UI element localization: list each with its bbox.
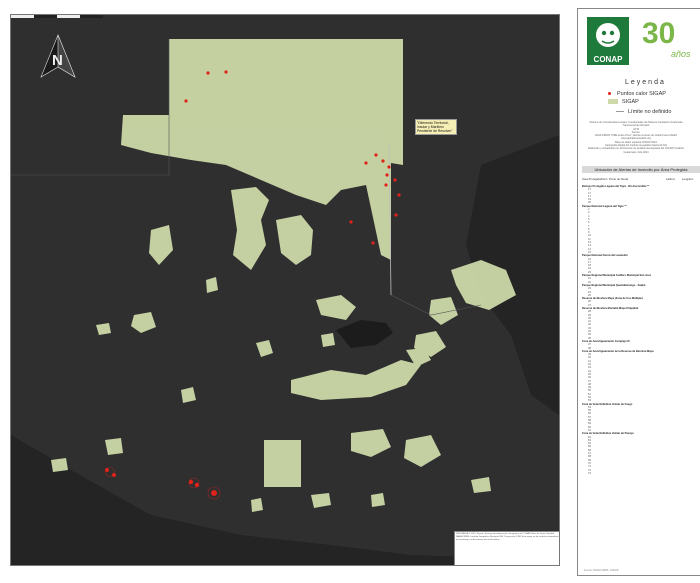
- anniversary-word: años: [671, 49, 691, 59]
- hotspot[interactable]: [397, 193, 401, 197]
- hotspot[interactable]: [211, 490, 217, 496]
- legend-label: Límite no definido: [628, 109, 672, 115]
- table-row: 73: [582, 472, 700, 475]
- hotspot[interactable]: [206, 71, 210, 75]
- legend-title: Leyenda: [625, 79, 666, 86]
- legend-item-sigap: SIGAP: [608, 99, 639, 105]
- panel-footer: Fuente: NASA FIRMS, CONAP: [584, 569, 619, 572]
- protected-area-mid-2: [321, 333, 335, 347]
- territorial-dispute-label: "Diferendo Territorial, Insular y Maríti…: [415, 119, 457, 135]
- monkey-logo-icon: [587, 17, 629, 55]
- side-panel: CONAP 30 años Leyenda Puntos calor SIGAP…: [577, 8, 700, 576]
- map-sheet: N "Diferendo Territorial, Insular y Marí…: [0, 0, 700, 583]
- map-frame[interactable]: N "Diferendo Territorial, Insular y Marí…: [10, 14, 560, 566]
- hotspot[interactable]: [393, 178, 397, 182]
- conap-wordmark: CONAP: [587, 55, 629, 65]
- credit-line: Guatemala, Julio 2024: [623, 150, 649, 154]
- gray-line-icon: [616, 111, 624, 113]
- protected-area-south-6: [251, 498, 263, 512]
- scale-bar: [11, 15, 103, 18]
- conap-logo: CONAP: [587, 17, 629, 65]
- column-header: Latitud: [666, 177, 675, 181]
- hotspot[interactable]: [394, 213, 398, 217]
- protected-area-sw-2: [51, 458, 68, 472]
- hotspot[interactable]: [374, 153, 378, 157]
- legend-label: Puntos calor SIGAP: [617, 91, 666, 97]
- legend-item-hotspots: Puntos calor SIGAP: [608, 91, 666, 97]
- table-header: Área Protegida/Núm. Punto de Alerta Latit…: [582, 177, 700, 181]
- hotspot[interactable]: [371, 241, 375, 245]
- alerts-table: Biotopo Protegido Laguna del Tigre - Río…: [582, 185, 700, 475]
- tick-mark: ·: [160, 8, 161, 12]
- hotspot[interactable]: [385, 173, 389, 177]
- red-dot-icon: [608, 92, 611, 95]
- hotspot[interactable]: [349, 220, 353, 224]
- protected-area-south-1: [264, 440, 301, 487]
- hotspot[interactable]: [364, 161, 368, 165]
- hotspot[interactable]: [224, 70, 228, 74]
- map-source-note: DESCARGA Y USO. Fuente: Sistema de Infor…: [454, 531, 559, 565]
- credit-line: Sistema de Coordenadas Locales: Coordena…: [589, 121, 683, 128]
- tick-mark: ·: [400, 8, 401, 12]
- hotspot[interactable]: [381, 159, 385, 163]
- hotspot[interactable]: [387, 165, 391, 169]
- table-title: Ubicación de Alertas de Incendio por Áre…: [582, 166, 700, 173]
- legend-item-limit: Límite no definido: [616, 109, 671, 115]
- protected-area-south-5: [371, 493, 385, 507]
- green-swatch-icon: [608, 99, 618, 105]
- hotspot[interactable]: [184, 99, 188, 103]
- row-id: 73: [588, 471, 591, 475]
- legend-label: SIGAP: [622, 99, 639, 105]
- protected-area-sw-1: [105, 438, 123, 455]
- north-arrow-label: N: [52, 52, 63, 69]
- hotspot[interactable]: [384, 183, 388, 187]
- tick-mark: ·: [40, 8, 41, 12]
- tick-mark: ·: [520, 8, 521, 12]
- map-canvas: N: [11, 15, 559, 565]
- column-header: Área Protegida/Núm. Punto de Alerta: [582, 177, 629, 181]
- tick-mark: ·: [280, 8, 281, 12]
- anniversary-number: 30: [642, 17, 676, 50]
- credits-block: Sistema de Coordenadas Locales: Coordena…: [586, 121, 686, 154]
- column-header: Longitud: [682, 177, 693, 181]
